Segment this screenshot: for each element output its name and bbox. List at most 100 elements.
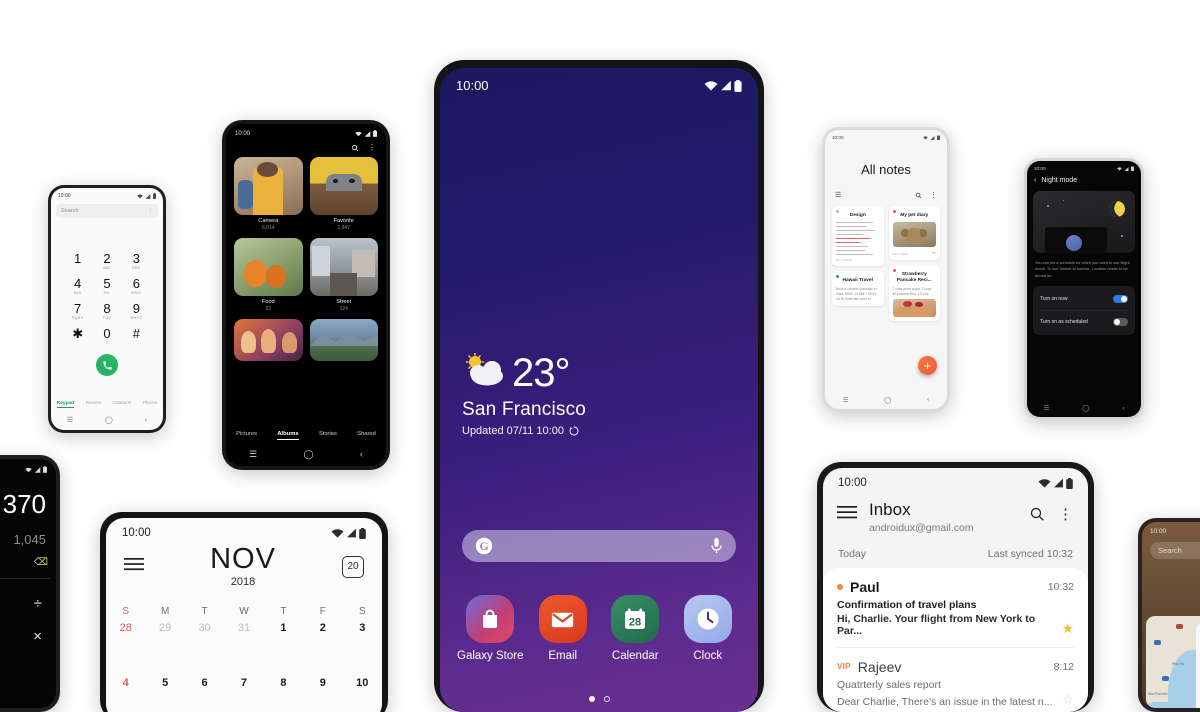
dial-key[interactable]: 6 MNO [122, 277, 151, 295]
calendar-day-cell[interactable]: 30 [185, 622, 224, 634]
list-view-icon[interactable]: ☰ [835, 191, 841, 199]
note-card[interactable]: My pet diary Nov 7, 2018 ★ [888, 206, 940, 260]
calculator-delete-row[interactable]: ⌫ [0, 547, 56, 568]
dialer-screen: 10:00 Search ⋮ 1 2 ABC 3 DEF 4 GHI 5 JKL 6 MN… [51, 188, 163, 430]
dial-key[interactable]: 2 ABC [92, 252, 121, 270]
tab-places[interactable]: Places [143, 401, 157, 408]
microphone-icon[interactable] [710, 537, 723, 555]
hamburger-icon[interactable] [124, 557, 144, 576]
back-icon[interactable]: ‹ [927, 396, 929, 403]
more-vertical-icon[interactable]: ⋮ [930, 191, 937, 199]
hamburger-icon[interactable] [837, 506, 857, 524]
note-card[interactable]: Design Nov 7, 2018 [832, 206, 884, 267]
calendar-day-cell[interactable]: 28 [106, 622, 145, 634]
more-vertical-icon[interactable]: ⋮ [148, 208, 154, 214]
calendar-day-cell[interactable]: 2 [303, 622, 342, 634]
divide-button[interactable]: ÷ [0, 595, 42, 612]
google-search-bar[interactable]: G [462, 530, 736, 562]
email-list-item[interactable]: VIP Rajeev 8:12 Quatrterly sales report … [837, 646, 1074, 712]
tab-recent[interactable]: Recent [86, 401, 101, 408]
star-icon[interactable]: ★ [932, 250, 936, 255]
note-card[interactable]: Strawberry Pancake Reci... 2 cups white … [888, 264, 940, 322]
refresh-icon[interactable] [569, 426, 579, 436]
album-item[interactable]: Street 124 [309, 238, 378, 312]
search-icon[interactable] [351, 144, 359, 152]
dial-key[interactable]: 7 PQRS [63, 302, 92, 320]
recents-icon[interactable]: ☰ [67, 416, 73, 424]
calendar-day-cell[interactable]: 6 [185, 677, 224, 689]
dial-key[interactable]: 1 [63, 252, 92, 270]
toggle-turn-on-now[interactable] [1113, 294, 1128, 303]
album-item[interactable]: Food 62 [234, 238, 303, 312]
toggle-turn-on-as-scheduled[interactable] [1113, 317, 1128, 326]
multiply-button[interactable]: × [0, 628, 42, 645]
home-icon[interactable]: ◯ [884, 396, 891, 404]
recents-icon[interactable]: ☰ [249, 449, 257, 460]
search-icon[interactable] [915, 192, 922, 199]
calendar-day-cell[interactable]: 1 [264, 622, 303, 634]
page-dot[interactable] [603, 696, 610, 702]
more-vertical-icon[interactable]: ⋮ [368, 144, 376, 152]
calendar-day-cell[interactable]: 29 [145, 622, 184, 634]
app-calendar[interactable]: 28 Calendar [599, 595, 672, 663]
backspace-icon[interactable]: ⌫ [34, 557, 48, 568]
call-button[interactable] [96, 354, 118, 376]
weather-widget[interactable]: 23° San Francisco Updated 07/11 10:00 [462, 353, 586, 437]
home-icon[interactable]: ◯ [304, 449, 314, 460]
dial-key[interactable]: 3 DEF [122, 252, 151, 270]
dial-key[interactable]: 4 GHI [63, 277, 92, 295]
app-clock[interactable]: Clock [672, 595, 745, 663]
calendar-day-cell[interactable]: 5 [145, 677, 184, 689]
email-title-block: Inbox androidux@gmail.com [869, 500, 974, 533]
app-galaxy-store[interactable]: Galaxy Store [454, 595, 527, 663]
more-vertical-icon[interactable]: ⋮ [1058, 505, 1073, 523]
calendar-day-cell[interactable]: 8 [264, 677, 303, 689]
home-icon[interactable]: ◯ [105, 416, 113, 424]
dial-key[interactable]: 8 TUV [92, 302, 121, 320]
home-screen-phone: 10:00 23° San Francisco Updated 07/11 10… [434, 60, 764, 712]
email-list-item[interactable]: Paul 10:32 Confirmation of travel plans … [837, 568, 1074, 647]
maps-search-input[interactable]: Search [1150, 542, 1200, 559]
album-item[interactable] [234, 319, 303, 361]
tab-keypad[interactable]: Keypad [56, 401, 75, 408]
setting-row-turn-on-as-scheduled[interactable]: Turn on as scheduled [1040, 309, 1128, 333]
tab-contacts[interactable]: Contacts [112, 401, 131, 408]
tab-albums[interactable]: Albums [277, 431, 299, 440]
back-icon[interactable]: ‹ [145, 417, 147, 424]
dialer-search-input[interactable]: Search ⋮ [56, 204, 158, 218]
page-dot-active[interactable] [588, 696, 595, 702]
dial-key[interactable]: 0 + [92, 327, 121, 345]
calendar-day-cell[interactable]: 10 [343, 677, 382, 689]
dial-key[interactable]: ✱ [63, 327, 92, 345]
add-note-icon[interactable]: + [918, 356, 937, 375]
tab-shared[interactable]: Shared [357, 431, 376, 440]
dialer-phone: 10:00 Search ⋮ 1 2 ABC 3 DEF 4 GHI 5 JKL 6 MN… [48, 185, 166, 433]
album-item[interactable]: Favorite 1,947 [309, 157, 378, 231]
dial-key[interactable]: # [122, 327, 151, 345]
recents-icon[interactable]: ☰ [1043, 404, 1049, 412]
dial-key[interactable]: 5 JKL [92, 277, 121, 295]
back-chevron-icon[interactable]: ‹ [1034, 177, 1036, 184]
search-icon[interactable] [1029, 506, 1045, 522]
calendar-day-cell[interactable]: 7 [224, 677, 263, 689]
album-item[interactable]: Camera 6,014 [234, 157, 303, 231]
album-item[interactable] [309, 319, 378, 361]
dial-key[interactable]: 9 WXYZ [122, 302, 151, 320]
star-icon[interactable]: ★ [1061, 620, 1074, 637]
tab-pictures[interactable]: Pictures [236, 431, 257, 440]
map-canvas[interactable]: New Rochelle Pear Riv [1146, 616, 1200, 708]
home-icon[interactable]: ◯ [1082, 404, 1089, 412]
calendar-day-cell[interactable]: 31 [224, 622, 263, 634]
today-badge[interactable]: 20 [342, 555, 364, 578]
star-icon[interactable]: ☆ [1061, 691, 1074, 708]
back-icon[interactable]: ‹ [360, 449, 363, 459]
tab-stories[interactable]: Stories [319, 431, 337, 440]
calendar-day-cell[interactable]: 3 [343, 622, 382, 634]
calendar-day-cell[interactable]: 4 [106, 677, 145, 689]
back-icon[interactable]: ‹ [1122, 405, 1124, 412]
recents-icon[interactable]: ☰ [843, 396, 849, 404]
calendar-day-cell[interactable]: 9 [303, 677, 342, 689]
note-card[interactable]: Hawaii Travel Book a vacation package to… [832, 271, 884, 306]
app-email[interactable]: Email [527, 595, 600, 663]
setting-row-turn-on-now[interactable]: Turn on now [1040, 288, 1128, 310]
